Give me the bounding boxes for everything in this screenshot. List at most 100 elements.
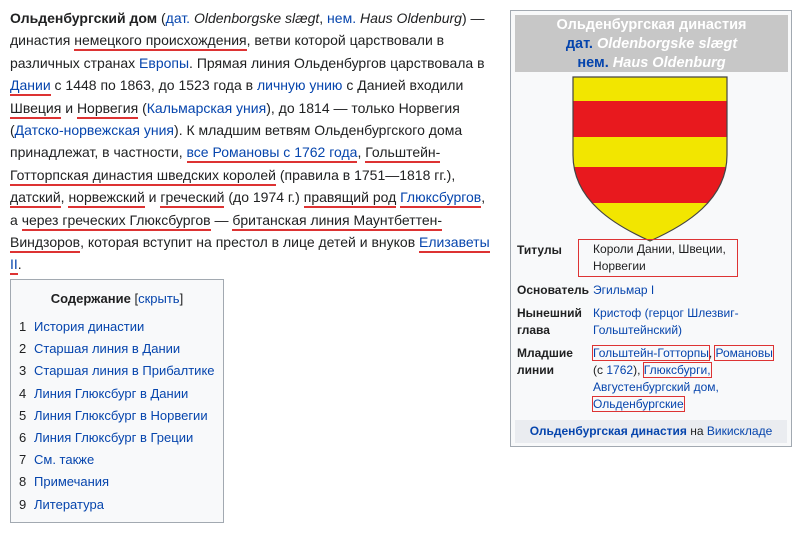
- infobox-row-founder: Основатель Эгильмар I: [517, 279, 783, 302]
- cadet-link-glucksburgs[interactable]: Глюксбурги,: [642, 362, 712, 378]
- infobox-label: Младшие линии: [517, 346, 573, 377]
- infobox-row-titles: Титулы Короли Дании, Швеции, Норвегии: [517, 239, 783, 279]
- current-head-link[interactable]: Кристоф (герцог Шлезвиг-Гольштейнский): [593, 306, 739, 337]
- toc-item[interactable]: 1 История династии: [19, 316, 223, 338]
- text: , которая вступит на престол в лице дете…: [80, 234, 420, 251]
- toc-item-link[interactable]: История династии: [34, 319, 144, 334]
- link-glucksburgs[interactable]: Глюксбургов: [400, 189, 482, 209]
- infobox-link-nem[interactable]: нем.: [577, 55, 608, 71]
- toc-item-link[interactable]: Линия Глюксбург в Норвегии: [34, 408, 208, 423]
- toc-item-number: 2: [19, 341, 27, 357]
- infobox-link-dat[interactable]: дат.: [566, 36, 593, 52]
- commons-dynasty-link[interactable]: Ольденбургская династия: [530, 424, 687, 438]
- german-name: Haus Oldenburg: [356, 10, 462, 26]
- toc-item-number: 3: [19, 363, 27, 379]
- toc-item-number: 8: [19, 474, 27, 490]
- infobox: Ольденбургская династия дат. Oldenborgsk…: [510, 10, 792, 447]
- toc-item-number: 4: [19, 385, 27, 401]
- cadet-link-romanovs[interactable]: Романовы: [714, 345, 774, 361]
- toc-item-link[interactable]: Линия Глюксбург в Дании: [34, 386, 188, 401]
- toc-item-number: 5: [19, 407, 27, 423]
- crest-red-bar-lower: [573, 167, 727, 203]
- toc-item[interactable]: 8 Примечания: [19, 471, 223, 493]
- infobox-row-current-head: Нынешний глава Кристоф (герцог Шлезвиг-Г…: [517, 302, 783, 342]
- toc-item-link[interactable]: См. также: [34, 452, 94, 467]
- link-all-romanovs[interactable]: все Романовы с 1762 года: [186, 144, 358, 164]
- text: (с: [593, 363, 607, 377]
- toc-item[interactable]: 3 Старшая линия в Прибалтике: [19, 360, 223, 382]
- text: и: [144, 189, 161, 206]
- toc-bracket: [: [130, 291, 139, 306]
- infobox-label: Нынешний глава: [517, 306, 582, 337]
- cadet-link-holstein-gottorp[interactable]: Гольштейн-Готторпы: [592, 345, 710, 361]
- founder-link[interactable]: Эгильмар I: [593, 283, 654, 297]
- link-dano-norwegian-union[interactable]: Датско-норвежская уния: [15, 122, 174, 138]
- infobox-value: Кристоф (герцог Шлезвиг-Гольштейнский): [593, 302, 783, 342]
- link-europe[interactable]: Европы: [139, 55, 189, 71]
- link-sweden[interactable]: Швеция: [10, 99, 62, 119]
- coat-of-arms-image[interactable]: [571, 75, 731, 245]
- toc-item[interactable]: 2 Старшая линия в Дании: [19, 338, 223, 360]
- toc-item-link[interactable]: Старшая линия в Дании: [34, 341, 180, 356]
- infobox-title: Ольденбургская династия: [556, 17, 747, 33]
- toc-hide-link[interactable]: скрыть: [138, 291, 180, 306]
- text: с 1448 по 1863, до 1523 года в: [50, 77, 257, 94]
- infobox-commons-footer: Ольденбургская династия на Викискладе: [515, 420, 787, 443]
- link-personal-union[interactable]: личную унию: [257, 77, 342, 93]
- text: (: [157, 10, 166, 26]
- infobox-value: Короли Дании, Швеции, Норвегии: [578, 239, 783, 279]
- link-kalmar-union[interactable]: Кальмарская уния: [147, 100, 266, 116]
- link-danish[interactable]: датский: [10, 189, 61, 209]
- infobox-german-name: Haus Oldenburg: [608, 55, 726, 71]
- link-german-origin[interactable]: немецкого происхождения: [74, 32, 247, 52]
- article-paragraph: Ольденбургский дом (дат. Oldenborgske sl…: [10, 7, 494, 276]
- link-nem[interactable]: нем.: [327, 10, 356, 26]
- text: на: [686, 424, 707, 438]
- text: . Прямая линия Ольденбургов царствовала …: [189, 54, 485, 71]
- crest-gold-field: [573, 77, 727, 241]
- link-norwegian[interactable]: норвежский: [68, 189, 145, 209]
- toc-item-number: 9: [19, 496, 27, 512]
- toc-item[interactable]: 5 Линия Глюксбург в Норвегии: [19, 405, 223, 427]
- text: с Данией входили: [342, 77, 464, 94]
- toc-item[interactable]: 7 См. также: [19, 449, 223, 471]
- cadet-link-1762[interactable]: 1762: [606, 363, 633, 377]
- text: —: [210, 211, 233, 228]
- link-dat[interactable]: дат.: [166, 10, 190, 26]
- titles-value-box: Короли Дании, Швеции, Норвегии: [578, 239, 739, 277]
- text: .: [17, 256, 22, 273]
- text: (правила в 1751—1818 гг.),: [275, 166, 456, 183]
- text: (до 1974 г.): [224, 189, 304, 206]
- toc-item-number: 7: [19, 452, 27, 468]
- crest-red-bar-upper: [573, 101, 727, 137]
- toc-item[interactable]: 9 Литература: [19, 494, 223, 516]
- infobox-danish-name: Oldenborgske slægt: [592, 36, 738, 52]
- toc-item-link[interactable]: Старшая линия в Прибалтике: [34, 363, 215, 378]
- toc-item-link[interactable]: Линия Глюксбург в Греции: [34, 430, 193, 445]
- infobox-header: Ольденбургская династия дат. Oldenborgsk…: [515, 15, 788, 72]
- toc-list: 1 История династии 2 Старшая линия в Дании…: [11, 316, 223, 516]
- link-greek[interactable]: греческий: [160, 189, 225, 209]
- toc-item-link[interactable]: Примечания: [34, 474, 109, 489]
- link-denmark[interactable]: Дании: [10, 77, 51, 97]
- text: и: [61, 99, 77, 116]
- commons-link[interactable]: Викискладе: [707, 424, 772, 438]
- link-ruling-house[interactable]: правящий род: [303, 189, 397, 209]
- article-title-bold: Ольденбургский дом: [10, 10, 158, 26]
- link-through-greek-glucksburgs[interactable]: через греческих Глюксбургов: [21, 211, 211, 231]
- danish-name: Oldenborgske slægt: [190, 10, 320, 26]
- commons-dynasty-link-text: Ольденбургская династия: [529, 424, 687, 438]
- toc-item-link[interactable]: Литература: [34, 497, 104, 512]
- toc-item-number: 6: [19, 429, 27, 445]
- infobox-label: Основатель: [517, 283, 590, 297]
- infobox-table: Титулы Короли Дании, Швеции, Норвегии Ос…: [517, 239, 783, 416]
- toc-item[interactable]: 6 Линия Глюксбург в Греции: [19, 427, 223, 449]
- cadet-link-augustenburg[interactable]: Августенбургский дом,: [593, 380, 719, 394]
- infobox-subtitle-danish: дат. Oldenborgske slægt: [515, 35, 788, 54]
- toc-item[interactable]: 4 Линия Глюксбург в Дании: [19, 383, 223, 405]
- link-norway[interactable]: Норвегия: [76, 99, 139, 119]
- cadet-link-oldenburg[interactable]: Ольденбургские: [592, 396, 685, 412]
- toc-bracket: ]: [179, 291, 184, 306]
- toc-title: Содержание [скрыть]: [11, 291, 223, 306]
- text: ),: [633, 363, 644, 377]
